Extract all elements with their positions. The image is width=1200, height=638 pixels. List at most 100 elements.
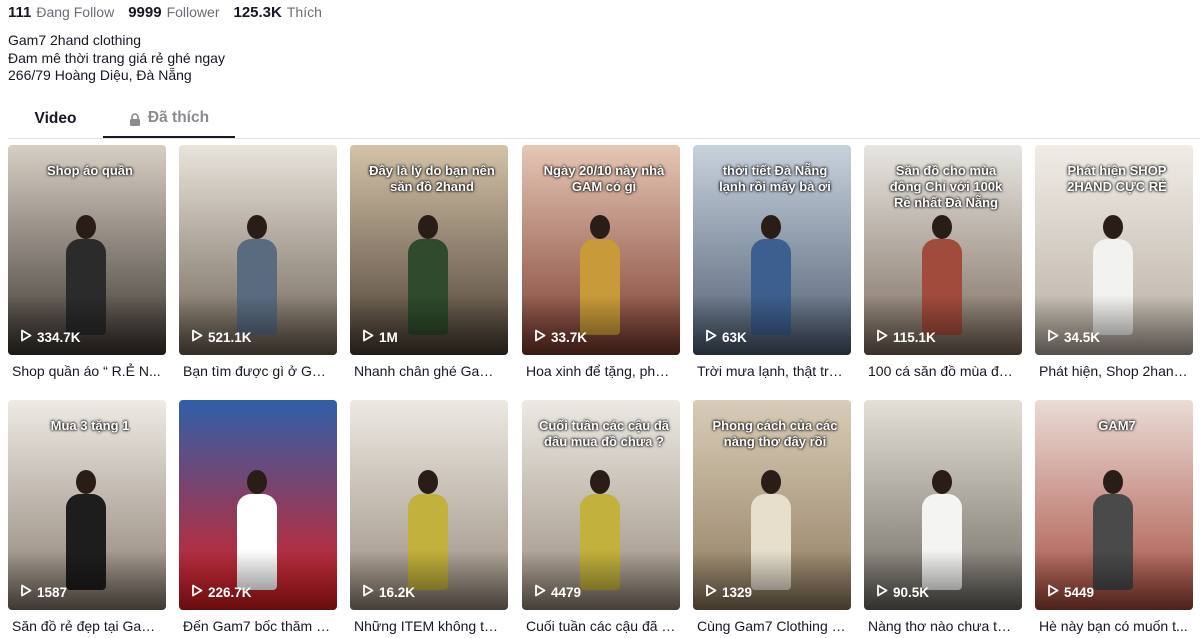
bio-line: 266/79 Hoàng Diệu, Đà Nẵng bbox=[8, 67, 192, 83]
play-icon bbox=[362, 329, 379, 345]
view-count: 33.7K bbox=[534, 329, 587, 345]
likes-stat: 125.3K Thích bbox=[233, 4, 321, 21]
thumbnail-caption: Mua 3 tặng 1 bbox=[50, 418, 130, 433]
tab-liked[interactable]: Đã thích bbox=[103, 100, 235, 138]
video-title[interactable]: Phát hiện, Shop 2hand... bbox=[1035, 362, 1189, 380]
figure-head bbox=[247, 215, 267, 239]
figure-head bbox=[761, 215, 781, 239]
video-thumbnail[interactable]: Phong cách của các nàng thơ đây rồi 1329 bbox=[693, 400, 851, 610]
thumbnail-shade bbox=[693, 550, 851, 610]
video-thumbnail[interactable]: Săn đồ cho mùa đông Chỉ với 100k Rẻ nhất… bbox=[864, 145, 1022, 355]
video-title[interactable]: Hè này bạn có muốn t... bbox=[1035, 617, 1189, 635]
thumbnail-shade bbox=[1035, 550, 1193, 610]
video-title[interactable]: Shop quần áo “ R.Ẻ N... bbox=[8, 362, 162, 380]
video-title[interactable]: Những ITEM không thể... bbox=[350, 617, 504, 635]
view-count: 334.7K bbox=[20, 329, 81, 345]
video-card[interactable]: 90.5K Nàng thơ nào chưa tới ... bbox=[864, 400, 1022, 635]
play-icon bbox=[705, 584, 722, 600]
play-icon bbox=[876, 584, 893, 600]
play-icon bbox=[1047, 584, 1064, 600]
video-thumbnail[interactable]: thời tiết Đà Nẵng lạnh rồi mấy bà ơi 63K bbox=[693, 145, 851, 355]
view-count: 90.5K bbox=[876, 584, 929, 600]
thumbnail-shade bbox=[693, 295, 851, 355]
thumbnail-shade bbox=[179, 295, 337, 355]
followers-stat[interactable]: 9999 Follower bbox=[128, 4, 219, 21]
figure-head bbox=[247, 470, 267, 494]
play-icon bbox=[705, 329, 722, 345]
view-count: 1329 bbox=[705, 584, 752, 600]
video-title[interactable]: Trời mưa lạnh, thật trù... bbox=[693, 362, 847, 380]
video-thumbnail[interactable]: 16.2K bbox=[350, 400, 508, 610]
thumbnail-caption: Đây là lý do bạn nên săn đồ 2hand bbox=[369, 163, 495, 194]
play-icon bbox=[1047, 329, 1064, 345]
figure-head bbox=[590, 470, 610, 494]
figure-head bbox=[76, 215, 96, 239]
video-card[interactable]: Đây là lý do bạn nên săn đồ 2hand 1M Nhanh… bbox=[350, 145, 508, 380]
view-count-label: 521.1K bbox=[208, 329, 252, 345]
video-card[interactable]: 521.1K Bạn tìm được gì ở Gam... bbox=[179, 145, 337, 380]
view-count-label: 1329 bbox=[722, 584, 753, 600]
video-title[interactable]: Nhanh chân ghé Gam ... bbox=[350, 362, 504, 380]
video-thumbnail[interactable]: Mua 3 tặng 1 1587 bbox=[8, 400, 166, 610]
video-card[interactable]: Phát hiện SHOP 2HAND CỰC RẺ 34.5K Phát hiệ… bbox=[1035, 145, 1193, 380]
thumbnail-caption: Shop áo quần bbox=[47, 163, 133, 178]
video-title[interactable]: Bạn tìm được gì ở Gam... bbox=[179, 362, 333, 380]
profile-tabs: Video Đã thích bbox=[8, 100, 1200, 139]
thumbnail-caption: GAM7 bbox=[1098, 418, 1136, 433]
video-thumbnail[interactable]: Shop áo quần 334.7K bbox=[8, 145, 166, 355]
video-title[interactable]: Hoa xinh để tặng, phụ ... bbox=[522, 362, 676, 380]
video-card[interactable]: Cuối tuần các cậu đã đâu mua đồ chưa ? 44… bbox=[522, 400, 680, 635]
video-thumbnail[interactable]: Cuối tuần các cậu đã đâu mua đồ chưa ? 44… bbox=[522, 400, 680, 610]
video-title[interactable]: Cùng Gam7 Clothing p... bbox=[693, 617, 847, 635]
video-card[interactable]: thời tiết Đà Nẵng lạnh rồi mấy bà ơi 63K T… bbox=[693, 145, 851, 380]
play-icon bbox=[20, 329, 37, 345]
lock-icon bbox=[129, 112, 141, 126]
video-title[interactable]: Săn đồ rẻ đẹp tại Gam... bbox=[8, 617, 162, 635]
video-thumbnail[interactable]: Ngày 20/10 này nhà GAM có gì 33.7K bbox=[522, 145, 680, 355]
play-icon bbox=[191, 584, 208, 600]
thumbnail-shade bbox=[8, 295, 166, 355]
video-thumbnail[interactable]: 521.1K bbox=[179, 145, 337, 355]
play-icon bbox=[362, 584, 379, 600]
profile-bio: Gam7 2hand clothing Đam mê thời trang gi… bbox=[8, 32, 225, 85]
thumbnail-shade bbox=[864, 550, 1022, 610]
play-icon bbox=[876, 329, 893, 345]
video-card[interactable]: Phong cách của các nàng thơ đây rồi 1329 C… bbox=[693, 400, 851, 635]
view-count: 1M bbox=[362, 329, 398, 345]
view-count: 521.1K bbox=[191, 329, 252, 345]
thumbnail-shade bbox=[522, 295, 680, 355]
likes-count: 125.3K bbox=[233, 4, 282, 21]
video-title[interactable]: Cuối tuần các cậu đã b... bbox=[522, 617, 676, 635]
view-count: 16.2K bbox=[362, 584, 415, 600]
view-count-label: 16.2K bbox=[379, 584, 416, 600]
video-title[interactable]: Nàng thơ nào chưa tới ... bbox=[864, 617, 1018, 635]
video-card[interactable]: Ngày 20/10 này nhà GAM có gì 33.7K Hoa xin… bbox=[522, 145, 680, 380]
view-count-label: 1M bbox=[379, 329, 398, 345]
view-count: 63K bbox=[705, 329, 747, 345]
video-title[interactable]: 100 cá săn đồ mùa đô... bbox=[864, 362, 1018, 380]
video-thumbnail[interactable]: 90.5K bbox=[864, 400, 1022, 610]
view-count: 226.7K bbox=[191, 584, 252, 600]
video-thumbnail[interactable]: GAM7 5449 bbox=[1035, 400, 1193, 610]
video-card[interactable]: 16.2K Những ITEM không thể... bbox=[350, 400, 508, 635]
thumbnail-shade bbox=[864, 295, 1022, 355]
thumbnail-caption: Ngày 20/10 này nhà GAM có gì bbox=[543, 163, 665, 194]
video-card[interactable]: 226.7K Đến Gam7 bốc thăm tr... bbox=[179, 400, 337, 635]
view-count: 115.1K bbox=[876, 329, 936, 345]
tab-video[interactable]: Video bbox=[8, 100, 103, 137]
video-card[interactable]: GAM7 5449 Hè này bạn có muốn t... bbox=[1035, 400, 1193, 635]
following-stat[interactable]: 111 Đang Follow bbox=[8, 4, 114, 21]
video-title[interactable]: Đến Gam7 bốc thăm tr... bbox=[179, 617, 333, 635]
followers-count: 9999 bbox=[128, 4, 162, 21]
video-thumbnail[interactable]: 226.7K bbox=[179, 400, 337, 610]
view-count-label: 34.5K bbox=[1064, 329, 1101, 345]
video-card[interactable]: Săn đồ cho mùa đông Chỉ với 100k Rẻ nhất… bbox=[864, 145, 1022, 380]
thumbnail-shade bbox=[179, 550, 337, 610]
video-card[interactable]: Shop áo quần 334.7K Shop quần áo “ R.Ẻ N..… bbox=[8, 145, 166, 380]
view-count-label: 5449 bbox=[1064, 584, 1095, 600]
video-thumbnail[interactable]: Đây là lý do bạn nên săn đồ 2hand 1M bbox=[350, 145, 508, 355]
thumbnail-shade bbox=[1035, 295, 1193, 355]
video-card[interactable]: Mua 3 tặng 1 1587 Săn đồ rẻ đẹp tại Gam... bbox=[8, 400, 166, 635]
view-count: 34.5K bbox=[1047, 329, 1100, 345]
video-thumbnail[interactable]: Phát hiện SHOP 2HAND CỰC RẺ 34.5K bbox=[1035, 145, 1193, 355]
